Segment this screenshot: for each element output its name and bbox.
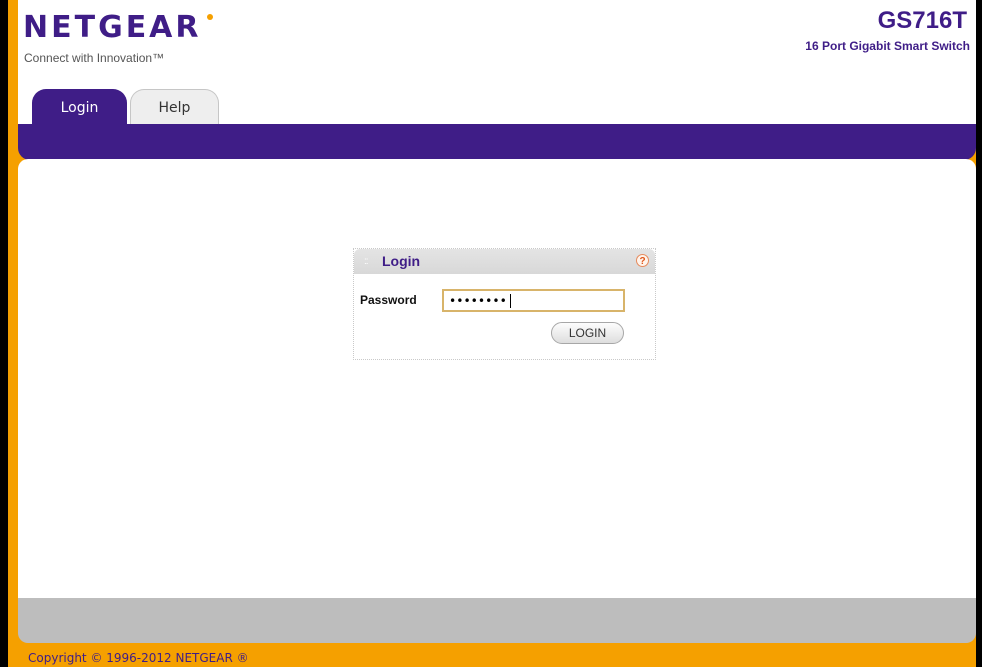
tab-login[interactable]: Login [32, 89, 127, 124]
app-frame: NETGEAR Connect with Innovation™ GS716T … [8, 0, 976, 667]
logo-tagline: Connect with Innovation™ [24, 51, 165, 65]
help-icon[interactable]: ? [636, 254, 649, 267]
netgear-logo: NETGEAR [23, 10, 202, 45]
text-caret [510, 294, 511, 308]
footer-bar [18, 598, 976, 643]
grip-icon: :: [364, 256, 368, 267]
tab-login-label: Login [60, 100, 99, 116]
tab-help[interactable]: Help [130, 89, 219, 124]
model-name: GS716T [877, 7, 967, 34]
password-input[interactable] [442, 289, 625, 312]
logo-dot-icon [207, 14, 213, 20]
copyright-text: Copyright © 1996-2012 NETGEAR ® [28, 651, 249, 665]
nav-bar [18, 124, 976, 160]
model-description: 16 Port Gigabit Smart Switch [805, 39, 970, 53]
main-content: :: Login ? Password LOGIN [18, 159, 976, 599]
tab-help-label: Help [158, 100, 191, 116]
login-button[interactable]: LOGIN [551, 322, 624, 344]
password-label: Password [360, 293, 417, 307]
login-panel-header: :: Login ? [354, 249, 655, 274]
header: NETGEAR Connect with Innovation™ GS716T … [18, 0, 976, 124]
login-panel-title: Login [382, 253, 421, 269]
login-panel: :: Login ? Password LOGIN [353, 248, 656, 360]
